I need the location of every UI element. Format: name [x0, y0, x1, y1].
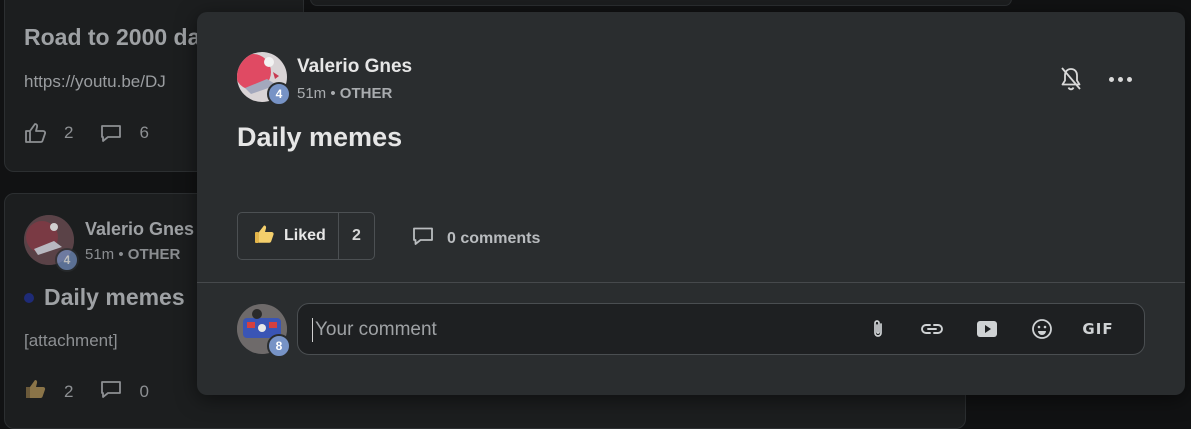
comment-count: 0	[139, 381, 149, 401]
background-post-title[interactable]: Road to 2000 da	[24, 24, 200, 51]
unread-dot	[24, 292, 34, 303]
background-post-link[interactable]: https://youtu.be/DJ	[24, 72, 166, 92]
author-name[interactable]: Valerio Gnes	[297, 56, 412, 78]
post-title: Daily memes	[237, 122, 403, 152]
like-label: Liked	[284, 227, 326, 244]
post-time: 51m	[297, 85, 327, 102]
comment-icon[interactable]	[99, 123, 123, 143]
comment-input[interactable]	[312, 318, 832, 342]
background-post-actions: 2 6	[24, 122, 149, 144]
post-modal: 4 Valerio Gnes 51m • OTHER Daily memes L…	[197, 12, 1185, 395]
level-badge: 4	[55, 248, 79, 272]
comment-icon[interactable]	[99, 379, 123, 404]
post-meta: 51m • OTHER	[297, 85, 393, 102]
paperclip-icon[interactable]	[866, 317, 890, 341]
like-count[interactable]: 2	[339, 213, 374, 259]
background-post-title[interactable]: Daily memes	[24, 284, 185, 311]
more-horizontal-icon[interactable]	[1107, 68, 1133, 90]
background-card-strip	[310, 0, 1012, 6]
like-count: 2	[64, 381, 74, 401]
like-button-group: Liked 2	[237, 212, 375, 260]
comments-count-label: 0 comments	[447, 229, 541, 247]
thumbs-up-emoji-icon	[254, 224, 276, 249]
comments-link[interactable]: 0 comments	[411, 226, 540, 251]
comment-bubble-icon	[411, 226, 435, 251]
post-body: [attachment]	[24, 331, 118, 350]
post-meta: 51m • OTHER	[85, 246, 181, 263]
comment-composer: GIF	[297, 303, 1145, 355]
bell-off-icon[interactable]	[1059, 66, 1083, 92]
gif-button[interactable]: GIF	[1082, 317, 1114, 341]
youtube-icon[interactable]	[975, 317, 999, 341]
thumbs-up-emoji-icon[interactable]	[24, 378, 48, 405]
author-name[interactable]: Valerio Gnes	[85, 219, 194, 240]
like-button[interactable]: Liked	[238, 213, 339, 259]
thumbs-up-icon[interactable]	[24, 122, 48, 144]
like-count: 2	[64, 123, 74, 142]
comment-count: 6	[139, 123, 149, 142]
level-badge: 8	[267, 334, 291, 358]
post-category[interactable]: OTHER	[340, 85, 393, 102]
divider	[197, 282, 1185, 283]
background-post-actions: 2 0	[24, 378, 149, 405]
emoji-icon[interactable]	[1030, 317, 1054, 341]
link-icon[interactable]	[920, 317, 944, 341]
level-badge: 4	[267, 82, 291, 106]
